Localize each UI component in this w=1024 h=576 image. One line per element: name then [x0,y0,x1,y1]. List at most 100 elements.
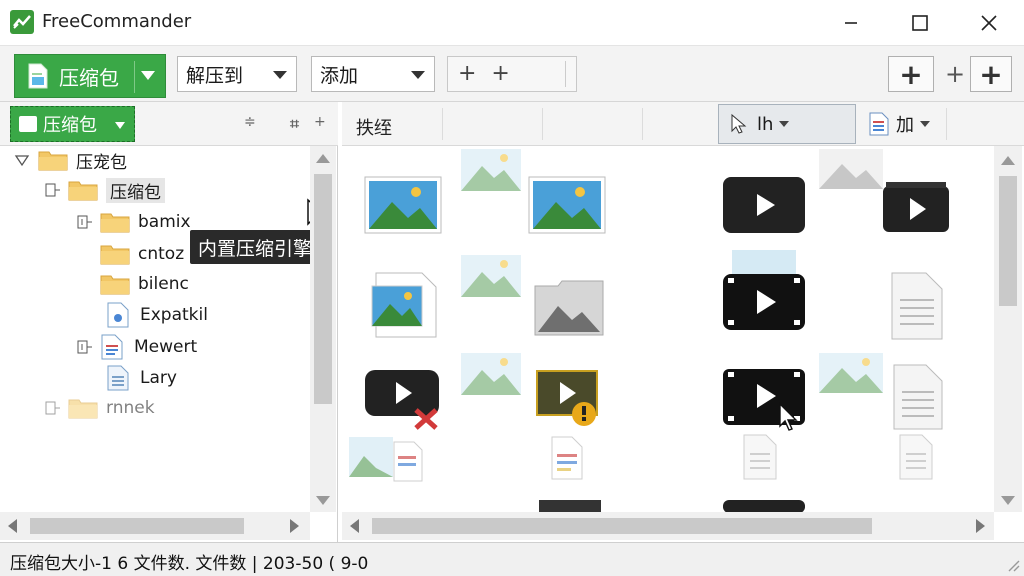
scroll-thumb[interactable] [999,176,1017,306]
mouse-cursor-icon [779,402,798,431]
maximize-icon [912,15,928,31]
tree-root-label: 压缩包 [43,115,97,136]
tree-item-label: bamix [138,212,191,232]
image-document-icon[interactable] [348,436,424,482]
tree-item[interactable]: Lary [106,364,177,392]
plus-icon[interactable]: + [314,114,326,130]
add-tab-button[interactable]: + [970,56,1012,92]
tree-item-label: rnnek [106,398,155,418]
sort-dropdown[interactable]: lh [718,104,856,144]
image-file-icon[interactable] [818,148,884,190]
expander-icon[interactable] [44,400,60,416]
add-group-button[interactable]: + + [447,56,577,92]
scroll-right-icon[interactable] [976,519,985,533]
scroll-down-icon[interactable] [316,496,330,505]
tree-item[interactable]: cntoz [100,240,184,268]
add-dropdown[interactable]: 添加 [311,56,435,92]
scroll-thumb[interactable] [30,518,244,534]
image-file-icon[interactable] [818,352,884,394]
tree-vertical-scrollbar[interactable] [310,146,336,512]
folder-image-icon[interactable] [534,280,604,336]
document-icon [100,334,124,360]
grid-icon[interactable]: ⌗ [290,114,299,134]
image-file-icon[interactable] [460,352,522,396]
minimize-button[interactable] [828,8,874,38]
image-file-icon[interactable] [528,176,606,234]
right-pane-header: 抶绖 lh 加 [342,102,1024,146]
file-list-horizontal-scrollbar[interactable] [342,512,994,540]
image-document-icon[interactable] [370,272,438,338]
video-file-icon[interactable] [722,498,806,513]
view-dropdown[interactable]: 加 [868,106,946,142]
scroll-left-icon[interactable] [350,519,359,533]
tree-item-label: cntoz [138,244,185,264]
scroll-thumb[interactable] [372,518,872,534]
extract-dropdown[interactable]: 解压到 [177,56,297,92]
video-file-icon[interactable] [722,176,806,234]
add-button[interactable]: + [888,56,934,92]
filter-icon[interactable]: ≑ [244,114,256,130]
left-pane-header: 压缩包 ≑ ⌗ + [0,102,338,146]
text-document-icon[interactable] [742,434,778,480]
video-file-icon[interactable] [722,250,806,332]
close-button[interactable] [966,8,1012,38]
title-bar: FreeCommander [0,0,1024,46]
divider [565,61,566,87]
split-divider [134,61,135,93]
tree-item[interactable]: bilenc [100,270,189,298]
resize-grip-icon[interactable] [1006,558,1020,572]
document-list-icon [869,112,889,136]
folder-icon [100,211,130,233]
tree-item[interactable]: Mewert [76,333,197,361]
maximize-button[interactable] [897,8,943,38]
column-divider [542,108,543,140]
tooltip: 内置压缩引擎 [190,230,321,264]
scroll-left-icon[interactable] [8,519,17,533]
archive-doc-icon [28,63,48,89]
scroll-right-icon[interactable] [290,519,299,533]
column-divider [642,108,643,140]
status-text: 压缩包大小-1 6 文件数. 文件数 | 203-50 ( 9-0 [10,554,369,574]
tree-item[interactable]: rnnek [44,394,155,422]
video-file-icon[interactable] [882,182,950,234]
text-document-icon[interactable] [898,434,934,480]
text-document-icon[interactable] [892,364,944,430]
tree-item[interactable]: 压宠包 [14,146,127,174]
image-file-icon[interactable] [364,176,442,234]
tree-horizontal-scrollbar[interactable] [0,512,310,540]
expander-icon[interactable] [76,214,92,230]
document-icon[interactable] [550,436,584,480]
chevron-down-icon [779,121,790,127]
tree-item-selected[interactable]: 压缩包 [44,176,165,204]
document-icon [106,302,130,328]
scroll-up-icon[interactable] [1001,156,1015,165]
status-bar: 压缩包大小-1 6 文件数. 文件数 | 203-50 ( 9-0 [0,542,1024,576]
folder-icon [19,116,37,132]
file-list-vertical-scrollbar[interactable] [994,146,1022,512]
image-file-icon[interactable] [460,148,522,192]
expanded-triangle-icon[interactable] [14,152,30,168]
image-file-icon[interactable] [460,254,522,298]
chevron-down-icon [273,71,287,79]
pack-button[interactable]: 压缩包 [14,54,166,98]
scroll-down-icon[interactable] [1001,496,1015,505]
tree-item-label: 压宠包 [76,152,127,173]
column-divider [442,108,443,140]
tree-root-dropdown[interactable]: 压缩包 [10,106,135,142]
video-file-error-icon[interactable] [364,366,444,430]
tree-item[interactable]: bamix [76,208,191,236]
expander-icon[interactable] [76,339,92,355]
scroll-thumb[interactable] [314,174,332,404]
chevron-down-icon[interactable] [141,71,155,80]
folder-icon [38,149,68,171]
column-header-name[interactable]: 抶绖 [356,114,392,140]
video-file-icon[interactable] [538,498,602,513]
add-group-label: + + [458,61,514,86]
tree-item[interactable]: Expatkil [106,301,208,329]
scroll-up-icon[interactable] [316,154,330,163]
expander-icon[interactable] [44,182,60,198]
video-file-warning-icon[interactable] [536,368,602,428]
pack-button-label: 压缩包 [59,65,119,90]
tree-item-label: bilenc [138,274,189,294]
text-document-icon[interactable] [890,272,944,340]
